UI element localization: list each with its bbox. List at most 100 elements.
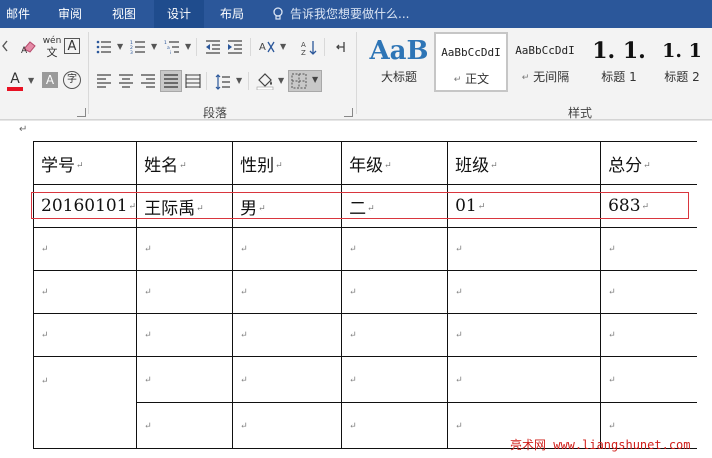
table-cell[interactable]: 683↵	[600, 184, 697, 228]
clear-formatting-button[interactable]: A	[20, 38, 38, 56]
table-cell[interactable]: 王际禹↵	[136, 184, 234, 228]
header-student-id: 学号	[41, 155, 75, 176]
table-cell[interactable]: ↵	[447, 313, 602, 357]
table-cell[interactable]: ↵	[232, 313, 343, 357]
style-no-spacing[interactable]: AaBbCcDdI ↵ 无间隔	[508, 32, 582, 92]
font-color-button[interactable]: A	[6, 70, 24, 92]
table-cell[interactable]: ↵	[232, 402, 343, 449]
paragraph-mark: ↵	[349, 375, 357, 385]
enclose-characters-button[interactable]: 字	[63, 71, 81, 89]
tab-design[interactable]: 设计	[154, 0, 204, 28]
numbering-dropdown-icon[interactable]: ▼	[151, 42, 157, 51]
data-table[interactable]: 学号↵ 姓名↵ 性别↵ 年级↵ 班级↵ 总分↵ 20160101↵ 王际禹↵ 男…	[32, 141, 697, 449]
phonetic-guide-button[interactable]: wén 文	[42, 36, 62, 58]
multilevel-dropdown-icon[interactable]: ▼	[185, 42, 191, 51]
table-cell[interactable]: ↵	[600, 270, 697, 314]
decrease-indent-button[interactable]	[204, 38, 222, 56]
table-cell[interactable]: ↵	[447, 270, 602, 314]
style-big-title[interactable]: AaB 大标题	[362, 32, 436, 92]
table-cell[interactable]: ↵	[136, 356, 234, 403]
table-cell[interactable]: 班级↵	[447, 141, 602, 185]
table-cell[interactable]: 01↵	[447, 184, 602, 228]
table-cell[interactable]: 总分↵	[600, 141, 697, 185]
shading-dropdown-icon[interactable]: ▼	[278, 76, 284, 85]
table-cell[interactable]: ↵	[232, 356, 343, 403]
character-border-button[interactable]: A	[64, 38, 80, 54]
eraser-icon: A	[21, 41, 36, 54]
styles-group-label: 样式	[567, 106, 592, 120]
shading-button[interactable]	[256, 70, 274, 92]
chinese-layout-button[interactable]: A	[258, 38, 276, 56]
increase-indent-button[interactable]	[226, 38, 244, 56]
style-heading-2[interactable]: 1. 1 标题 2	[652, 32, 712, 92]
table-cell[interactable]: ↵	[136, 227, 234, 271]
paragraph-mark: ↵	[477, 201, 486, 212]
table-cell[interactable]: ↵	[341, 402, 449, 449]
paragraph-dialog-launcher-icon[interactable]	[344, 108, 353, 117]
table-cell[interactable]: ↵	[32, 270, 138, 314]
table-cell[interactable]: ↵	[447, 356, 602, 403]
align-center-icon	[119, 74, 133, 88]
table-cell[interactable]: 学号↵	[32, 141, 138, 185]
tell-me-box[interactable]: 告诉我您想要做什么...	[272, 0, 409, 28]
table-cell[interactable]: 年级↵	[341, 141, 449, 185]
style-heading-1[interactable]: 1. 1. 标题 1	[582, 32, 656, 92]
table-cell[interactable]: ↵	[600, 356, 697, 403]
distributed-button[interactable]	[184, 72, 202, 90]
align-right-button[interactable]	[139, 72, 157, 90]
font-dialog-launcher-icon[interactable]	[77, 108, 86, 117]
table-cell[interactable]: ↵	[600, 313, 697, 357]
scroll-left-arrow-icon[interactable]	[0, 38, 10, 56]
justify-button[interactable]	[160, 70, 182, 92]
table-cell[interactable]: ↵	[232, 227, 343, 271]
paragraph-mark: ↵	[521, 72, 530, 83]
table-cell[interactable]: ↵	[341, 313, 449, 357]
multilevel-list-button[interactable]: 1 a i	[163, 38, 181, 56]
show-hide-marks-button[interactable]	[332, 38, 350, 56]
table-cell-merged[interactable]: ↵	[32, 356, 138, 449]
table-cell[interactable]: 姓名↵	[136, 141, 234, 185]
paragraph-mark: ↵	[643, 161, 651, 171]
table-cell[interactable]: ↵	[341, 356, 449, 403]
paragraph-mark: ↵	[367, 204, 375, 214]
line-spacing-button[interactable]	[214, 72, 232, 90]
paragraph-mark: ↵	[641, 201, 650, 212]
table-cell[interactable]: 20160101↵	[32, 184, 138, 228]
line-spacing-dropdown-icon[interactable]: ▼	[236, 76, 242, 85]
font-color-dropdown-icon[interactable]: ▼	[28, 76, 34, 85]
table-cell[interactable]: ↵	[32, 227, 138, 271]
group-separator	[88, 32, 89, 114]
table-cell[interactable]: ↵	[136, 313, 234, 357]
phonetic-guide-char: 文	[46, 46, 58, 59]
style-normal[interactable]: AaBbCcDdI ↵ 正文	[434, 32, 508, 92]
table-cell[interactable]: 二↵	[341, 184, 449, 228]
table-cell[interactable]: ↵	[32, 313, 138, 357]
tab-layout[interactable]: 布局	[210, 0, 254, 28]
borders-button[interactable]: ▼	[288, 70, 322, 92]
sort-button[interactable]: A Z	[300, 38, 318, 56]
table-cell[interactable]: 男↵	[232, 184, 343, 228]
table-cell[interactable]: ↵	[232, 270, 343, 314]
table-cell[interactable]: 性别↵	[232, 141, 343, 185]
table-cell[interactable]: ↵	[600, 227, 697, 271]
table-cell[interactable]: ↵	[341, 227, 449, 271]
chinese-layout-dropdown-icon[interactable]: ▼	[280, 42, 286, 51]
bullets-button[interactable]	[95, 38, 113, 56]
table-cell[interactable]: ↵	[136, 270, 234, 314]
style-name-text: 正文	[465, 72, 490, 86]
character-shading-button[interactable]: A	[42, 72, 58, 88]
table-cell[interactable]: ↵	[447, 227, 602, 271]
tab-mailings[interactable]: 邮件	[0, 0, 36, 28]
paragraph-mark: ↵	[455, 244, 463, 255]
align-left-button[interactable]	[95, 72, 113, 90]
numbering-button[interactable]: 1 2 3	[129, 38, 147, 56]
tab-review[interactable]: 审阅	[50, 0, 90, 28]
table-cell[interactable]: ↵	[341, 270, 449, 314]
bullets-dropdown-icon[interactable]: ▼	[117, 42, 123, 51]
paragraph-mark: ↵	[144, 244, 152, 255]
tab-view[interactable]: 视图	[104, 0, 144, 28]
paragraph-mark: ↵	[275, 161, 283, 171]
style-sample-text: 1. 1.	[592, 38, 646, 64]
align-center-button[interactable]	[117, 72, 135, 90]
table-cell[interactable]: ↵	[136, 402, 234, 449]
